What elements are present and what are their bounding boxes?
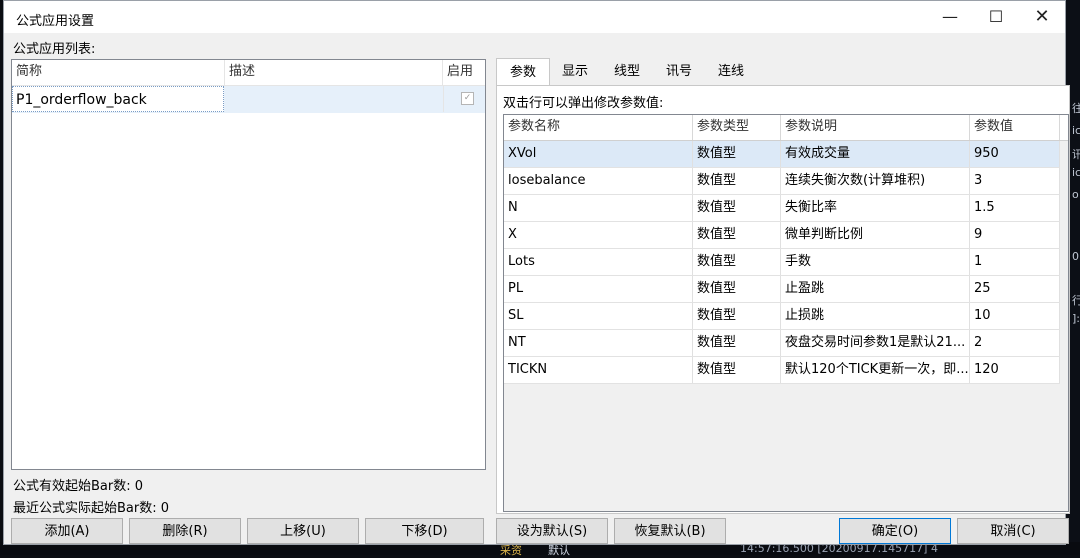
title-bar: 公式应用设置 — ☐ ✕ — [4, 1, 1065, 33]
param-name: N — [504, 195, 693, 221]
param-desc: 夜盘交易时间参数1是默认21... — [781, 330, 970, 356]
param-value: 2 — [970, 330, 1060, 356]
ok-button[interactable]: 确定(O) — [839, 518, 951, 544]
tab-connect[interactable]: 连线 — [706, 58, 756, 84]
cancel-button[interactable]: 取消(C) — [957, 518, 1069, 544]
param-type: 数值型 — [693, 330, 781, 356]
table-row[interactable]: XVol 数值型 有效成交量 950 — [504, 141, 1060, 168]
column-header-name[interactable]: 简称 — [12, 60, 225, 85]
add-button[interactable]: 添加(A) — [11, 518, 123, 544]
delete-button[interactable]: 删除(R) — [129, 518, 241, 544]
param-type: 数值型 — [693, 141, 781, 167]
table-row[interactable]: N 数值型 失衡比率 1.5 — [504, 195, 1060, 222]
table-row[interactable]: SL 数值型 止损跳 10 — [504, 303, 1060, 330]
column-header-desc[interactable]: 描述 — [225, 60, 443, 85]
bg-text: 0 — [1072, 250, 1079, 263]
table-row[interactable]: Lots 数值型 手数 1 — [504, 249, 1060, 276]
param-name: Lots — [504, 249, 693, 275]
params-panel: 双击行可以弹出修改参数值: 参数名称 参数类型 参数说明 参数值 XVol 数值… — [496, 85, 1070, 514]
param-desc: 止盈跳 — [781, 276, 970, 302]
param-name: X — [504, 222, 693, 248]
param-desc: 微单判断比例 — [781, 222, 970, 248]
column-header-param-name[interactable]: 参数名称 — [504, 115, 693, 140]
window-title: 公式应用设置 — [16, 14, 95, 29]
param-desc: 有效成交量 — [781, 141, 970, 167]
param-value: 3 — [970, 168, 1060, 194]
bg-text: 行 — [1072, 294, 1080, 307]
param-name: losebalance — [504, 168, 693, 194]
formula-list-table[interactable]: 简称 描述 启用 P1_orderflow_back ✓ — [11, 59, 486, 470]
tab-signal[interactable]: 讯号 — [654, 58, 704, 84]
set-default-button[interactable]: 设为默认(S) — [496, 518, 608, 544]
param-type: 数值型 — [693, 195, 781, 221]
bg-text: 讯 — [1072, 148, 1080, 161]
formula-list-header: 简称 描述 启用 — [12, 60, 485, 86]
bg-text: 往 — [1072, 102, 1080, 115]
formula-desc-cell[interactable] — [225, 86, 444, 112]
formula-settings-dialog: 公式应用设置 — ☐ ✕ 公式应用列表: 简称 描述 启用 P1_orderfl… — [3, 0, 1070, 545]
param-desc: 连续失衡次数(计算堆积) — [781, 168, 970, 194]
param-type: 数值型 — [693, 249, 781, 275]
column-header-param-value[interactable]: 参数值 — [970, 115, 1060, 140]
table-row[interactable]: P1_orderflow_back ✓ — [12, 86, 485, 113]
param-name: XVol — [504, 141, 693, 167]
param-value: 950 — [970, 141, 1060, 167]
param-desc: 失衡比率 — [781, 195, 970, 221]
minimize-button[interactable]: — — [927, 1, 973, 33]
valid-start-bar-count: 公式有效起始Bar数: 0 — [13, 479, 144, 494]
bg-text: o — [1072, 188, 1079, 201]
param-name: SL — [504, 303, 693, 329]
param-desc: 止损跳 — [781, 303, 970, 329]
formula-name-cell[interactable]: P1_orderflow_back — [12, 86, 224, 112]
bg-text: ic — [1072, 124, 1080, 137]
param-value: 10 — [970, 303, 1060, 329]
param-name: NT — [504, 330, 693, 356]
table-row[interactable]: TICKN 数值型 默认120个TICK更新一次，即... 120 — [504, 357, 1060, 384]
table-row[interactable]: losebalance 数值型 连续失衡次数(计算堆积) 3 — [504, 168, 1060, 195]
param-value: 25 — [970, 276, 1060, 302]
formula-list-label: 公式应用列表: — [13, 42, 96, 57]
column-header-param-desc[interactable]: 参数说明 — [781, 115, 970, 140]
tab-line-style[interactable]: 线型 — [602, 58, 652, 84]
param-type: 数值型 — [693, 168, 781, 194]
param-type: 数值型 — [693, 276, 781, 302]
params-table[interactable]: 参数名称 参数类型 参数说明 参数值 XVol 数值型 有效成交量 950 lo… — [503, 114, 1069, 512]
params-header: 参数名称 参数类型 参数说明 参数值 — [504, 115, 1068, 141]
param-type: 数值型 — [693, 303, 781, 329]
param-desc: 默认120个TICK更新一次，即... — [781, 357, 970, 383]
param-value: 1 — [970, 249, 1060, 275]
table-row[interactable]: X 数值型 微单判断比例 9 — [504, 222, 1060, 249]
param-value: 9 — [970, 222, 1060, 248]
table-row[interactable]: PL 数值型 止盈跳 25 — [504, 276, 1060, 303]
param-name: PL — [504, 276, 693, 302]
maximize-button[interactable]: ☐ — [973, 1, 1019, 33]
params-hint: 双击行可以弹出修改参数值: — [503, 96, 664, 111]
close-button[interactable]: ✕ — [1019, 1, 1065, 33]
bg-text: ]: — [1072, 312, 1080, 325]
param-name: TICKN — [504, 357, 693, 383]
actual-start-bar-count: 最近公式实际起始Bar数: 0 — [13, 501, 170, 516]
param-type: 数值型 — [693, 357, 781, 383]
param-value: 1.5 — [970, 195, 1060, 221]
enabled-checkbox[interactable]: ✓ — [461, 92, 474, 105]
param-type: 数值型 — [693, 222, 781, 248]
tab-params[interactable]: 参数 — [496, 58, 550, 86]
column-header-enabled[interactable]: 启用 — [443, 60, 485, 85]
column-header-param-type[interactable]: 参数类型 — [693, 115, 781, 140]
move-up-button[interactable]: 上移(U) — [247, 518, 359, 544]
bg-text: ic — [1072, 166, 1080, 179]
restore-default-button[interactable]: 恢复默认(B) — [614, 518, 726, 544]
tab-display[interactable]: 显示 — [550, 58, 600, 84]
param-value: 120 — [970, 357, 1060, 383]
param-desc: 手数 — [781, 249, 970, 275]
table-row[interactable]: NT 数值型 夜盘交易时间参数1是默认21... 2 — [504, 330, 1060, 357]
move-down-button[interactable]: 下移(D) — [365, 518, 484, 544]
